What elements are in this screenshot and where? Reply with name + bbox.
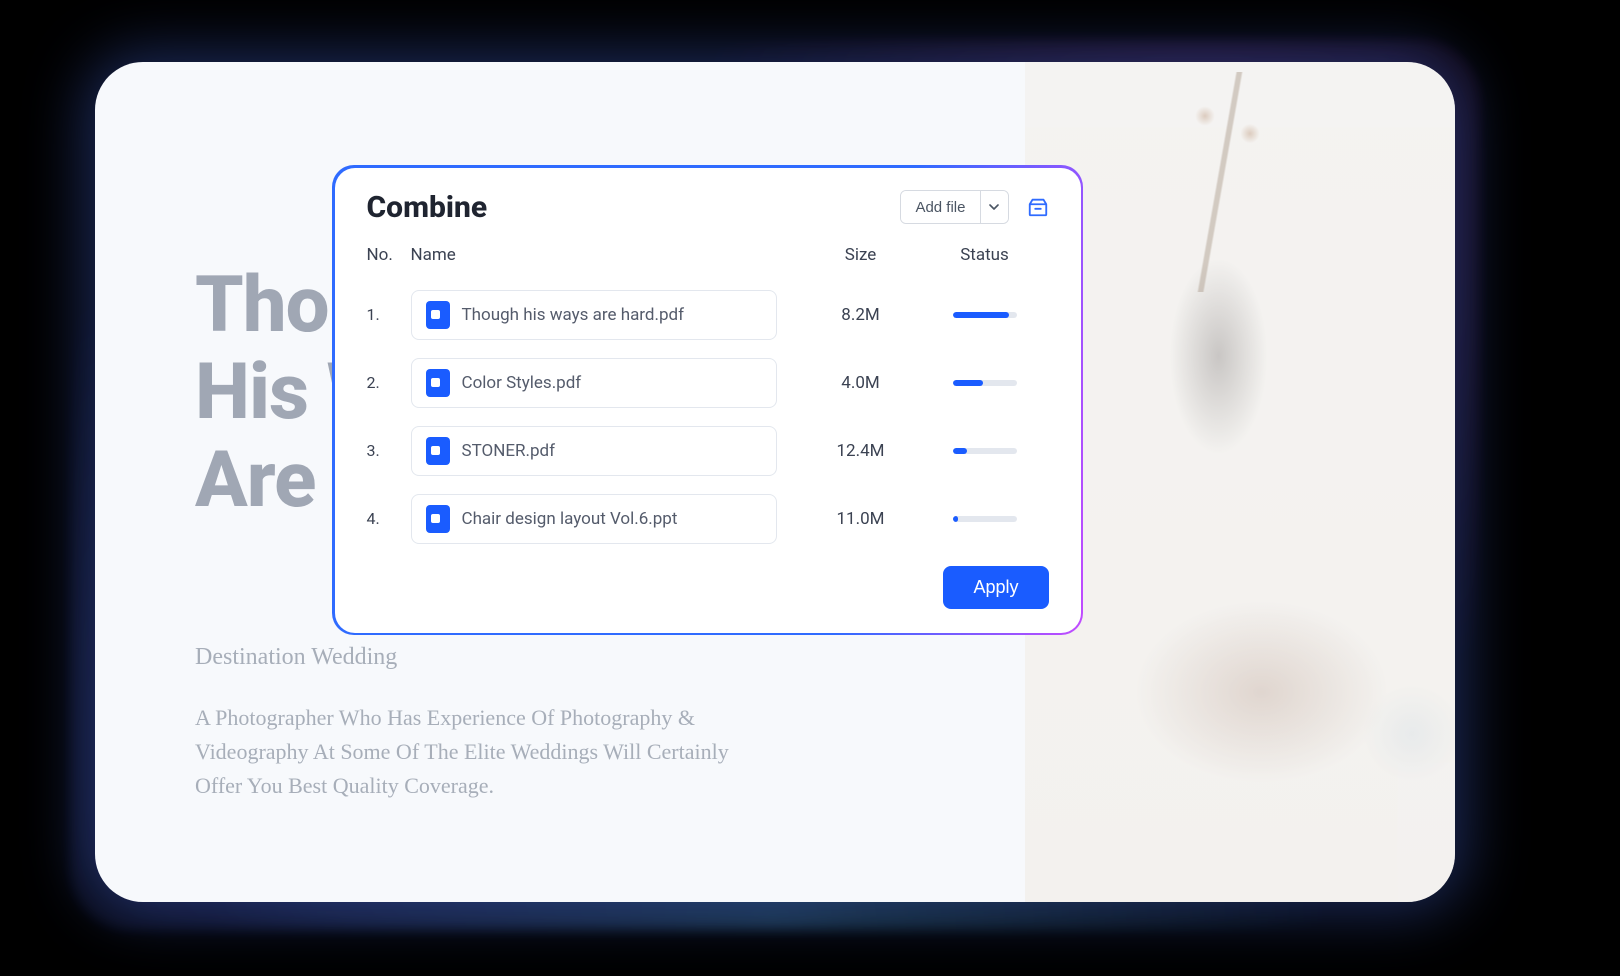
file-chip[interactable]: STONER.pdf bbox=[411, 426, 777, 476]
row-index: 2. bbox=[367, 373, 411, 392]
row-name-cell: Chair design layout Vol.6.ppt bbox=[411, 494, 801, 544]
file-row: 2. Color Styles.pdf 4.0M bbox=[367, 349, 1049, 417]
file-rows: 1. Though his ways are hard.pdf 8.2M 2. Colo… bbox=[367, 281, 1049, 553]
column-header-status: Status bbox=[921, 245, 1049, 265]
progress-fill bbox=[953, 448, 967, 454]
progress-bar bbox=[953, 448, 1017, 454]
dialog-footer: Apply bbox=[367, 566, 1049, 609]
column-header-size: Size bbox=[801, 245, 921, 265]
add-file-dropdown-button[interactable] bbox=[980, 191, 1008, 223]
background-photo bbox=[1025, 62, 1455, 902]
file-row: 1. Though his ways are hard.pdf 8.2M bbox=[367, 281, 1049, 349]
progress-bar bbox=[953, 312, 1017, 318]
file-size: 8.2M bbox=[801, 305, 921, 325]
file-name: Chair design layout Vol.6.ppt bbox=[462, 509, 678, 529]
column-headers: No. Name Size Status bbox=[367, 245, 1049, 265]
file-name: Though his ways are hard.pdf bbox=[462, 305, 685, 325]
column-header-name: Name bbox=[411, 245, 801, 265]
file-icon bbox=[426, 505, 450, 533]
combine-dialog-inner: Combine Add file No. bbox=[335, 168, 1081, 633]
background-subheading: Destination Wedding bbox=[195, 644, 995, 671]
row-name-cell: STONER.pdf bbox=[411, 426, 801, 476]
file-row: 4. Chair design layout Vol.6.ppt 11.0M bbox=[367, 485, 1049, 553]
file-chip[interactable]: Chair design layout Vol.6.ppt bbox=[411, 494, 777, 544]
status-cell bbox=[921, 516, 1049, 522]
basket-icon[interactable] bbox=[1027, 196, 1049, 218]
add-file-button[interactable]: Add file bbox=[901, 191, 979, 223]
progress-fill bbox=[953, 516, 958, 522]
progress-bar bbox=[953, 516, 1017, 522]
row-name-cell: Though his ways are hard.pdf bbox=[411, 290, 801, 340]
chevron-down-icon bbox=[989, 204, 999, 210]
row-name-cell: Color Styles.pdf bbox=[411, 358, 801, 408]
row-index: 4. bbox=[367, 509, 411, 528]
file-chip[interactable]: Color Styles.pdf bbox=[411, 358, 777, 408]
file-row: 3. STONER.pdf 12.4M bbox=[367, 417, 1049, 485]
file-icon bbox=[426, 369, 450, 397]
progress-bar bbox=[953, 380, 1017, 386]
status-cell bbox=[921, 312, 1049, 318]
row-index: 1. bbox=[367, 305, 411, 324]
status-cell bbox=[921, 448, 1049, 454]
column-header-no: No. bbox=[367, 245, 411, 265]
combine-dialog: Combine Add file No. bbox=[332, 165, 1083, 635]
background-body: A Photographer Who Has Experience Of Pho… bbox=[195, 701, 755, 803]
dialog-header: Combine Add file bbox=[367, 190, 1049, 225]
file-icon bbox=[426, 437, 450, 465]
file-icon bbox=[426, 301, 450, 329]
file-size: 4.0M bbox=[801, 373, 921, 393]
file-name: STONER.pdf bbox=[462, 441, 556, 461]
file-size: 12.4M bbox=[801, 441, 921, 461]
add-file-button-group: Add file bbox=[900, 190, 1008, 224]
file-name: Color Styles.pdf bbox=[462, 373, 582, 393]
dialog-title: Combine bbox=[367, 190, 488, 225]
file-size: 11.0M bbox=[801, 509, 921, 529]
progress-fill bbox=[953, 380, 984, 386]
row-index: 3. bbox=[367, 441, 411, 460]
progress-fill bbox=[953, 312, 1009, 318]
dialog-header-controls: Add file bbox=[900, 190, 1048, 224]
apply-button[interactable]: Apply bbox=[943, 566, 1048, 609]
status-cell bbox=[921, 380, 1049, 386]
file-chip[interactable]: Though his ways are hard.pdf bbox=[411, 290, 777, 340]
